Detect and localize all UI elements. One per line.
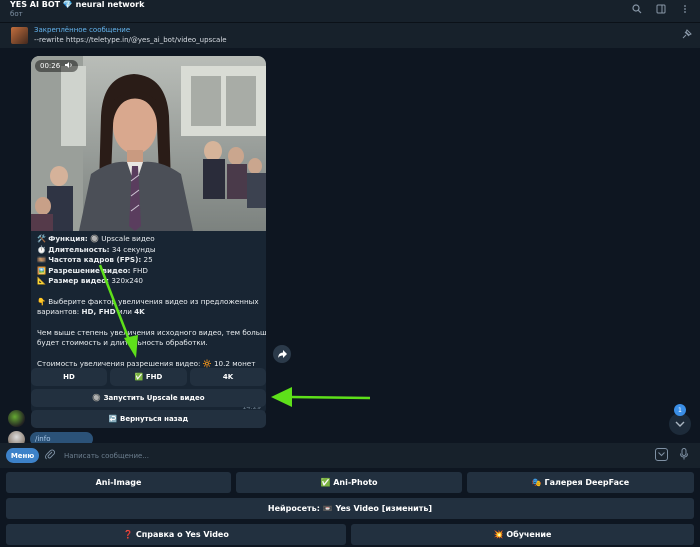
- start-upscale-button[interactable]: 🔘 Запустить Upscale видео: [31, 389, 266, 407]
- video-duration: 00:26: [40, 62, 61, 70]
- reply-keyboard: Ani-Image ✅ Ani-Photo 🎭 Галерея DeepFace…: [0, 468, 700, 547]
- ani-image-button[interactable]: Ani-Image: [6, 472, 231, 493]
- function-row: 🛠️ Функция: 🔘 Upscale видео: [37, 234, 155, 243]
- size-row: 📐 Размер видео: 320x240: [37, 276, 144, 285]
- video-frame-image: [31, 56, 266, 231]
- message-input[interactable]: [64, 447, 644, 464]
- pinned-text: --rewrite https://teletype.in/@yes_ai_bo…: [34, 36, 227, 44]
- resolution-row: 🖼️ Разрешение видео: FHD: [37, 265, 148, 275]
- 4k-button[interactable]: 4K: [190, 368, 266, 386]
- ani-photo-button[interactable]: ✅ Ani-Photo: [236, 472, 462, 493]
- pinned-title: Закреплённое сообщение: [34, 26, 131, 34]
- back-button[interactable]: ↩️ Вернуться назад: [31, 410, 266, 428]
- menu-button[interactable]: Меню: [6, 448, 39, 463]
- fhd-button[interactable]: ✅ FHD: [110, 368, 187, 386]
- unread-count-badge: 1: [674, 404, 686, 416]
- chat-area[interactable]: 00:26 🛠️ Функция: 🔘 Upscale видео ⏱️ Дли…: [0, 48, 700, 448]
- video-preview[interactable]: 00:26: [31, 56, 266, 231]
- header-actions: [630, 2, 692, 16]
- help-button[interactable]: ❓ Справка о Yes Video: [6, 524, 346, 545]
- inline-keyboard-row-1: HD ✅ FHD 4K: [31, 368, 266, 386]
- forward-button[interactable]: [273, 345, 291, 363]
- bot-avatar[interactable]: [8, 410, 25, 427]
- chat-title[interactable]: YES AI BOT 💎 neural network: [10, 0, 144, 9]
- pinned-message-bar[interactable]: Закреплённое сообщение --rewrite https:/…: [0, 22, 700, 48]
- learning-button[interactable]: 💥 Обучение: [351, 524, 694, 545]
- bot-keyboard-icon[interactable]: [655, 448, 668, 461]
- pinned-thumbnail: [11, 27, 28, 44]
- message-caption: 🛠️ Функция: 🔘 Upscale видео ⏱️ Длительно…: [37, 234, 266, 369]
- prompt-line-2: вариантов: HD, FHD или 4K: [37, 307, 145, 316]
- info-line-2: будет стоимость и длительность обработки…: [37, 338, 208, 347]
- prompt-line-1: 👇 Выберите фактор увеличения видео из пр…: [37, 296, 259, 306]
- deepface-gallery-button[interactable]: 🎭 Галерея DeepFace: [467, 472, 694, 493]
- duration-row: ⏱️ Длительность: 34 секунды: [37, 244, 156, 254]
- inline-keyboard-row-2: 🔘 Запустить Upscale видео: [31, 389, 266, 407]
- scroll-down-button[interactable]: [669, 413, 691, 435]
- fps-row: 🎞️ Частота кадров (FPS): 25: [37, 255, 153, 264]
- hd-button[interactable]: HD: [31, 368, 107, 386]
- chat-header: YES AI BOT 💎 neural network бот: [0, 0, 700, 22]
- chevron-down-icon: [675, 421, 685, 427]
- inline-keyboard-row-3: ↩️ Вернуться назад: [31, 410, 266, 428]
- search-icon[interactable]: [630, 2, 644, 16]
- unpin-icon[interactable]: [681, 29, 692, 43]
- sidebar-toggle-icon[interactable]: [654, 2, 668, 16]
- microphone-icon[interactable]: [680, 448, 688, 463]
- network-select-button[interactable]: Нейросеть: 📼 Yes Video [изменить]: [6, 498, 694, 519]
- bot-message: 00:26 🛠️ Функция: 🔘 Upscale видео ⏱️ Дли…: [31, 56, 266, 416]
- attach-icon[interactable]: [45, 449, 56, 463]
- video-duration-badge: 00:26: [35, 60, 79, 72]
- chat-subtitle: бот: [10, 10, 23, 18]
- info-line-1: Чем выше степень увеличения исходного ви…: [37, 327, 266, 337]
- message-input-bar: Меню: [0, 443, 700, 468]
- more-options-icon[interactable]: [678, 2, 692, 16]
- volume-icon[interactable]: [64, 61, 73, 71]
